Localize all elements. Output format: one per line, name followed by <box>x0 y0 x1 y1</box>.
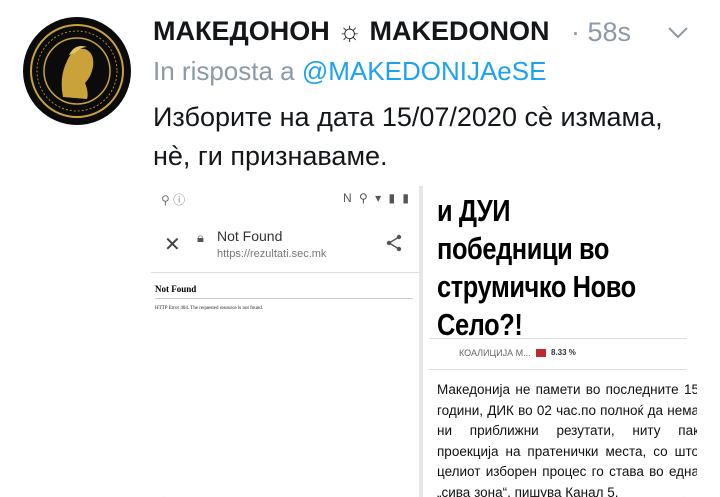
coalition-value: 8.33 % <box>551 348 576 357</box>
error-body: HTTP Error 404. The requested resource i… <box>155 306 264 311</box>
browser-url-bar: ✕ 🔒︎ Not Found https://rezultati.sec.mk <box>151 214 419 273</box>
coalition-bar <box>536 349 546 357</box>
close-icon: ✕ <box>164 234 181 256</box>
display-name[interactable]: МАКЕДОНОН ☼ MAKEDONON <box>153 16 549 47</box>
reply-prefix: In risposta a <box>153 56 295 86</box>
avatar-emblem-icon <box>25 19 129 123</box>
browser-page-url: https://rezultati.sec.mk <box>217 248 327 260</box>
phone-status-bar: ⚲ ⓘ N ⚲ ▾ ▮ ▮ <box>151 186 419 214</box>
media-image-article[interactable]: и ДУИ победници во струмичко Ново Село?!… <box>423 186 697 497</box>
headline-line: струмичко Ново <box>437 269 636 304</box>
chevron-down-icon[interactable] <box>666 20 690 44</box>
avatar[interactable] <box>23 17 131 125</box>
browser-page-title: Not Found <box>217 228 283 244</box>
share-icon <box>385 234 403 252</box>
coalition-label: КОАЛИЦИЈА М... <box>459 348 531 358</box>
divider <box>155 298 413 299</box>
tweet-text: Изборите на дата 15/07/2020 сè измама, н… <box>153 102 663 171</box>
article-body: Македонија не памети во последните 15 го… <box>437 382 697 497</box>
article-headline: и ДУИ победници во струмичко Ново Село?! <box>423 186 697 342</box>
headline-line: и ДУИ <box>437 193 511 228</box>
coalition-result-row: КОАЛИЦИЈА М... 8.33 % <box>429 338 687 370</box>
error-heading: Not Found <box>155 284 197 294</box>
status-left-icons: ⚲ ⓘ <box>161 193 186 207</box>
media-image-browser[interactable]: ⚲ ⓘ N ⚲ ▾ ▮ ▮ ✕ 🔒︎ Not Found https://rez… <box>151 186 423 497</box>
reply-context: In risposta a @MAKEDONIJAeSE <box>153 56 546 87</box>
tweet-timestamp[interactable]: · 58s <box>571 17 631 48</box>
tweet-header: МАКЕДОНОН ☼ MAKEDONON · 58s <box>153 14 700 50</box>
tweet-media: ⚲ ⓘ N ⚲ ▾ ▮ ▮ ✕ 🔒︎ Not Found https://rez… <box>151 186 697 497</box>
headline-line: победници во <box>437 231 610 266</box>
lock-icon: 🔒︎ <box>197 230 204 245</box>
status-icons: N ⚲ ▾ ▮ ▮ <box>342 191 411 205</box>
reply-handle-link[interactable]: @MAKEDONIJAeSE <box>302 56 547 86</box>
